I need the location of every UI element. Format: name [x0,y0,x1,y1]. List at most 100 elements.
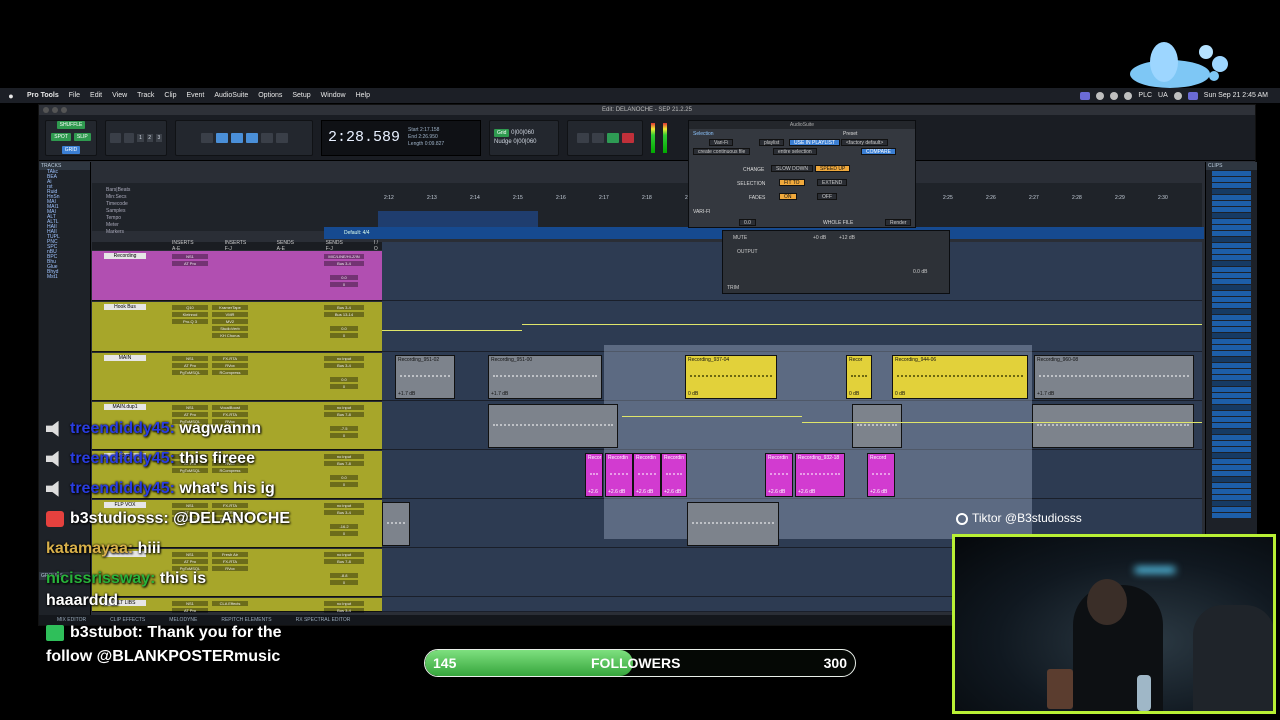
track-header[interactable]: MAIN NS1 AT Pro PgToMSQL FX-RTA RVox RCompress… [92,353,382,401]
track-header[interactable]: Hook Bus Q10 Kleinrod Pro-Q 3 KramerTape VMR M… [92,302,382,352]
insert-slot[interactable]: FX-RTA [212,503,248,508]
mode-slip[interactable]: SLIP [73,133,91,142]
clip-list-item[interactable] [1212,297,1251,302]
clip-gain[interactable]: +1.7 dB [398,391,415,397]
menu-app-name[interactable]: Pro Tools [22,92,64,99]
clip-list-item[interactable] [1212,225,1251,230]
track-name[interactable]: MAIN [104,355,146,361]
clip-list-item[interactable] [1212,483,1251,488]
audio-clip[interactable]: Recording_951-02 +1.7 dB [395,355,455,399]
audio-clip[interactable]: Recording_944-06 0 dB [892,355,1028,399]
clip-list-item[interactable] [1212,243,1251,248]
menu-setup[interactable]: Setup [287,92,315,99]
menu-view[interactable]: View [107,92,132,99]
clip-list-item[interactable] [1212,339,1251,344]
clip-list-item[interactable] [1212,183,1251,188]
volume-value[interactable]: 0.0 [330,275,358,280]
zoom-preset-1[interactable]: 1 [137,133,144,142]
audio-clip[interactable] [1032,404,1194,448]
clip-list-item[interactable] [1212,459,1251,464]
track-name[interactable]: FLP VOX [104,502,146,508]
value-field[interactable]: 0.0 [739,219,756,226]
clip-list-item[interactable] [1212,177,1251,182]
volume-value[interactable]: 0.0 [330,326,358,331]
clip-list-item[interactable] [1212,453,1251,458]
apple-icon[interactable]: ● [0,91,22,101]
clip-list-item[interactable] [1212,219,1251,224]
stop-icon[interactable] [591,132,604,143]
audio-clip[interactable]: Recordin +2.6 dB [633,453,661,497]
audio-clip[interactable]: Recordin +2.6 dB [605,453,633,497]
volume-automation-line[interactable] [802,422,1202,423]
gain-a[interactable]: +0 dB [813,235,826,241]
insert-slot[interactable]: AT Pro [172,261,208,266]
insert-slot[interactable]: NS1 [172,552,208,557]
volume-automation-line[interactable] [382,330,522,331]
audio-clip[interactable] [488,404,618,448]
rewind-icon[interactable] [576,132,589,143]
tab-melodyne[interactable]: MELODYNE [169,617,197,623]
menu-options[interactable]: Options [253,92,287,99]
ruler-name[interactable]: Markers [106,229,124,235]
clip-list-item[interactable] [1212,393,1251,398]
io-slot[interactable]: Bus 3-4 [324,363,364,368]
clip-list-item[interactable] [1212,261,1251,266]
io-slot[interactable]: no input [324,552,364,557]
volume-automation-line[interactable] [622,416,802,417]
io-slot[interactable]: no input [324,503,364,508]
trim-tool-icon[interactable] [215,132,228,143]
pan-value[interactable]: 0 [330,282,358,287]
volume-value[interactable]: -8.8 [330,573,358,578]
insert-slot[interactable]: StudioVerb [212,326,248,331]
grid-label[interactable]: Grid [494,129,510,137]
insert-slot[interactable]: NS1 [172,601,208,606]
status-icon[interactable] [1096,91,1105,100]
whole-file-label[interactable]: WHOLE FILE [823,220,853,226]
clip-list-item[interactable] [1212,207,1251,212]
track-header[interactable]: Recording NS1 AT Pro MIC/LINE/HI-Z/IN Bus 3-… [92,251,382,301]
clip-list-item[interactable] [1212,435,1251,440]
io-slot[interactable]: Bus 3-4 [324,305,364,310]
playlist-select[interactable]: playlist [759,139,785,146]
ruler-name[interactable]: Bars|Beats [106,187,130,193]
io-slot[interactable]: Bus 7-8 [324,559,364,564]
insert-slot[interactable]: KH Chorus [212,333,248,338]
clip-list-item[interactable] [1212,195,1251,200]
menu-help[interactable]: Help [351,92,375,99]
fit-to-button[interactable]: FIT TO [779,179,805,186]
plc-label[interactable]: PLC [1138,92,1152,99]
insert-slot[interactable]: FX-RTA [212,559,248,564]
audio-clip[interactable]: Recording_951-00 +1.7 dB [488,355,602,399]
ruler-name[interactable]: Samples [106,208,125,214]
clip-list-item[interactable] [1212,423,1251,428]
clip-list-item[interactable] [1212,465,1251,470]
clip-gain[interactable]: +2.6 dB [664,489,681,495]
io-slot[interactable]: MIC/LINE/HI-Z/IN [324,254,364,259]
io-slot[interactable]: Bus 7-8 [324,461,364,466]
menu-file[interactable]: File [64,92,85,99]
insert-slot[interactable]: KramerTape [212,305,248,310]
clip-gain[interactable]: 0 dB [849,391,859,397]
insert-slot[interactable]: VocalBoost [212,405,248,410]
fades-off-button[interactable]: OFF [817,193,837,200]
mode-shuffle[interactable]: SHUFFLE [56,121,86,130]
mute-label[interactable]: MUTE [733,235,747,241]
end-value[interactable]: 2:26.950 [418,134,437,140]
zoom-icon[interactable] [61,107,67,113]
insert-slot[interactable]: RVox [212,566,248,571]
pan-value[interactable]: 0 [330,384,358,389]
ruler-name[interactable]: Timecode [106,201,128,207]
clip-list-item[interactable] [1212,357,1251,362]
clip-list-item[interactable] [1212,501,1251,506]
clip-gain[interactable]: +2.6 dB [636,489,653,495]
compare-button[interactable]: COMPARE [861,148,896,155]
extend-button[interactable]: EXTEND [817,179,848,186]
play-icon[interactable] [606,132,619,143]
pan-value[interactable]: 0 [330,482,358,487]
track-name[interactable]: MAIN.dup1 [104,404,146,410]
clip-gain[interactable]: 0 dB [688,391,698,397]
menu-audiosuite[interactable]: AudioSuite [209,92,253,99]
track-header[interactable]: ALT LIBS NS1 AT Pro CLA Effects no input Bus … [92,598,382,613]
insert-slot[interactable]: VMR [212,312,248,317]
insert-slot[interactable]: RCompress [212,468,248,473]
